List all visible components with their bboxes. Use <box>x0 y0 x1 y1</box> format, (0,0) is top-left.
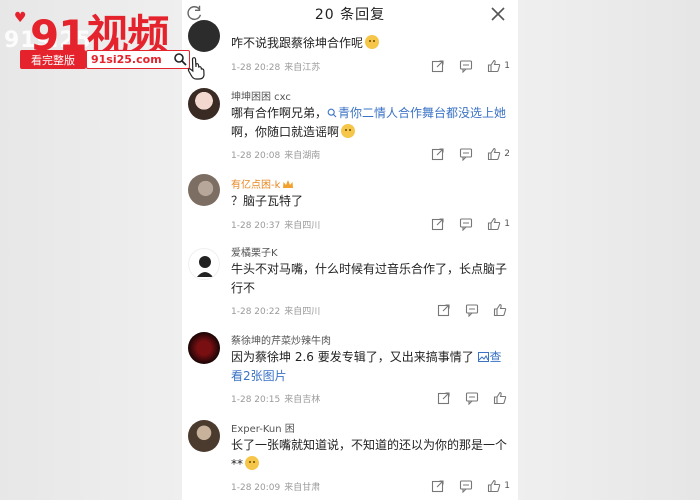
like-icon[interactable] <box>487 217 501 231</box>
comment-text: 长了一张嘴就知道说，不知道的还以为你的那是一个** <box>231 438 508 471</box>
comment-author[interactable]: 坤坤困困 cxc <box>231 88 291 103</box>
comment-author[interactable]: Exper-Kun 困 <box>231 420 295 435</box>
comment-item: 蔡徐坤的芹菜炒辣牛肉 因为蔡徐坤 2.6 要发专辑了，又出来搞事情了 查看2张图… <box>182 330 518 414</box>
search-icon <box>174 53 187 66</box>
comment-actions: 1 <box>431 217 510 231</box>
like-icon[interactable] <box>487 479 501 493</box>
avatar[interactable] <box>188 20 220 52</box>
share-icon[interactable] <box>431 147 445 161</box>
comment-actions <box>437 303 510 317</box>
avatar[interactable] <box>188 174 220 206</box>
comment-text: 哪有合作啊兄弟， 青你二情人合作舞台都没选上她啊，你随口就造谣啊 <box>231 106 507 139</box>
avatar[interactable] <box>188 248 220 280</box>
comment-item: 坤坤困困 cxc 哪有合作啊兄弟， 青你二情人合作舞台都没选上她啊，你随口就造谣啊… <box>182 84 518 168</box>
crown-badge-icon <box>283 180 294 188</box>
comment-meta: 1-28 20:09 来自甘肃 <box>231 483 321 493</box>
comment-meta: 1-28 20:28 来自江苏 <box>231 63 321 73</box>
comment-meta: 1-28 20:08 来自湖南 <box>231 151 321 161</box>
avatar[interactable] <box>188 420 220 452</box>
share-icon[interactable] <box>437 303 451 317</box>
reply-icon[interactable] <box>459 147 473 161</box>
hand-cursor-icon <box>187 57 205 80</box>
comment-author[interactable]: 蔡徐坤的芹菜炒辣牛肉 <box>231 332 331 347</box>
share-icon[interactable] <box>437 391 451 405</box>
comment-actions <box>437 391 510 405</box>
watermark-badge[interactable]: 看完整版 <box>20 50 86 69</box>
replies-panel: 20 条回复 咋不说我跟蔡徐坤合作呢 1-28 20:28 来自江苏 1 坤坤困困… <box>182 0 518 500</box>
comment-meta: 1-28 20:15 来自吉林 <box>231 395 321 405</box>
comment-author[interactable]: 有亿点困-k <box>231 176 294 191</box>
share-icon[interactable] <box>431 479 445 493</box>
comment-text: 咋不说我跟蔡徐坤合作呢 <box>231 34 511 53</box>
reply-icon[interactable] <box>465 303 479 317</box>
avatar[interactable] <box>188 332 220 364</box>
share-icon[interactable] <box>431 217 445 231</box>
cartoon-avatar-icon <box>197 256 213 277</box>
comment-meta: 1-28 20:37 来自四川 <box>231 221 321 231</box>
right-blurred-background <box>518 0 700 500</box>
heart-icon: ♥ <box>14 10 27 26</box>
comment-text: 牛头不对马嘴，什么时候有过音乐合作了，长点脑子行不 <box>231 262 508 295</box>
comment-author[interactable]: 爱橘栗子K <box>231 244 278 259</box>
reply-icon[interactable] <box>459 217 473 231</box>
like-count: 2 <box>504 149 510 159</box>
reply-icon[interactable] <box>465 391 479 405</box>
laugh-emoji-icon <box>365 35 380 49</box>
share-icon[interactable] <box>431 59 445 73</box>
like-count: 1 <box>504 481 510 491</box>
reply-icon[interactable] <box>459 59 473 73</box>
image-icon <box>477 352 489 362</box>
search-topic-link[interactable]: 青你二情人合作舞台都没选上她 <box>327 106 506 120</box>
like-icon[interactable] <box>487 147 501 161</box>
reply-icon[interactable] <box>459 479 473 493</box>
like-count: 1 <box>504 219 510 229</box>
comment-actions: 1 <box>431 59 510 73</box>
like-icon[interactable] <box>487 59 501 73</box>
like-icon[interactable] <box>493 391 507 405</box>
left-blurred-background <box>0 0 182 500</box>
comment-actions: 2 <box>431 147 510 161</box>
comment-actions: 1 <box>431 479 510 493</box>
comment-text: 因为蔡徐坤 2.6 要发专辑了，又出来搞事情了 查看2张图片 <box>231 350 502 383</box>
search-icon <box>327 108 337 118</box>
comment-text: ？脑子瓦特了 <box>231 194 304 208</box>
comment-item: 爱橘栗子K 牛头不对马嘴，什么时候有过音乐合作了，长点脑子行不 1-28 20:… <box>182 242 518 326</box>
comment-meta: 1-28 20:22 来自四川 <box>231 307 321 317</box>
like-icon[interactable] <box>493 303 507 317</box>
cry-emoji-icon <box>341 124 356 138</box>
comment-item: 有亿点困-k ？脑子瓦特了 1-28 20:37 来自四川 1 <box>182 172 518 238</box>
like-count: 1 <box>504 61 510 71</box>
comment-item: 咋不说我跟蔡徐坤合作呢 1-28 20:28 来自江苏 1 <box>182 0 518 78</box>
smirk-emoji-icon <box>245 456 259 470</box>
comment-item: Exper-Kun 困 长了一张嘴就知道说，不知道的还以为你的那是一个** 1-… <box>182 418 518 500</box>
avatar[interactable] <box>188 88 220 120</box>
